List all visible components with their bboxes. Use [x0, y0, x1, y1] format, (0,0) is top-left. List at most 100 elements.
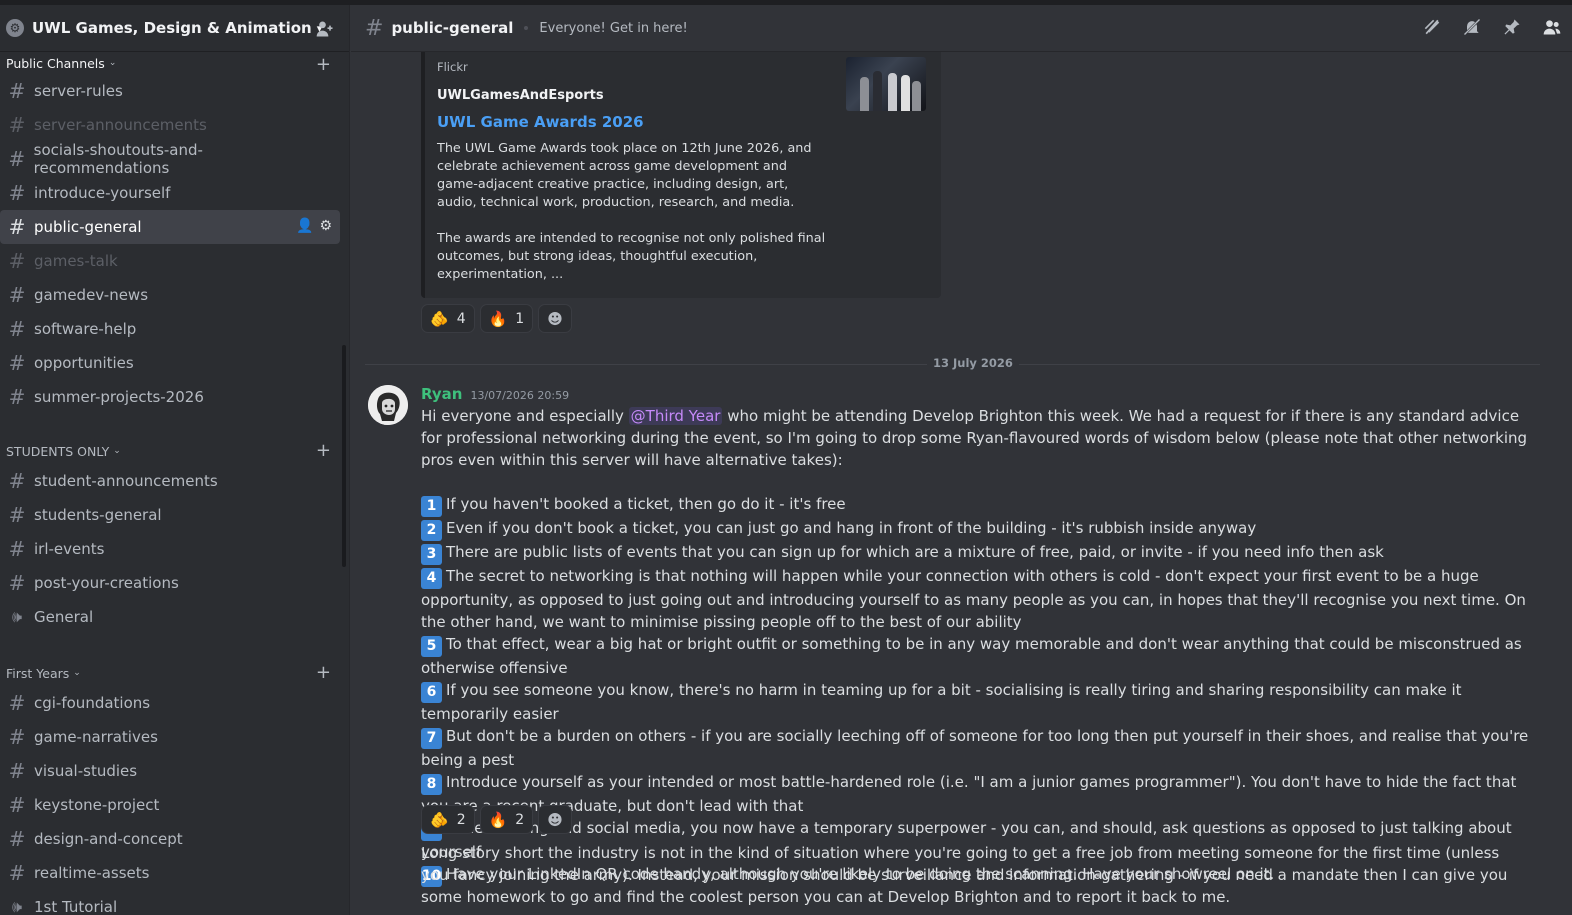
invite-icon[interactable]: 👤 [296, 218, 313, 234]
message-text: Hi everyone and especially [421, 407, 629, 425]
channel-hash-icon: # [8, 571, 26, 595]
channel-hash-icon: # [8, 181, 26, 205]
mute-notifications-icon[interactable] [1462, 17, 1482, 37]
discord-window: ⚙ UWL Games, Design & Animation ▾ Public… [0, 0, 1572, 915]
sidebar-channel[interactable]: # cgi-foundations [0, 686, 340, 720]
channel-hash-icon: # [8, 793, 26, 817]
message-followup: Long story short the industry is not in … [421, 844, 1508, 906]
sidebar-channel[interactable]: # visual-studies [0, 754, 340, 788]
reaction-emoji: 🫵 [430, 309, 449, 328]
server-name: UWL Games, Design & Animation [32, 19, 312, 37]
category-label: Public Channels [6, 55, 105, 71]
message-timestamp[interactable]: 13/07/2026 20:59 [470, 389, 569, 402]
list-item: 7 But don't be a burden on others - if yo… [421, 725, 1531, 771]
list-item-text: The secret to networking is that nothing… [421, 567, 1526, 631]
sidebar-channel[interactable]: # introduce-yourself [0, 176, 340, 210]
list-item: 2 Even if you don't book a ticket, you ca… [421, 517, 1531, 541]
channel-label: student-announcements [34, 472, 218, 490]
list-item: 3 There are public lists of events that y… [421, 541, 1531, 565]
date-divider: 13 July 2026 [365, 356, 1540, 370]
add-channel-icon[interactable]: + [316, 54, 331, 75]
add-channel-icon[interactable]: + [316, 440, 331, 461]
speaker-icon: 🕪 [11, 607, 23, 626]
message-body: Hi everyone and especially @Third Year w… [421, 405, 1531, 887]
channel-list-public: # server-rules # server-announcements # socia… [0, 74, 349, 414]
channel-hash-icon: # [8, 503, 26, 527]
sidebar-channel[interactable]: # realtime-assets [0, 856, 340, 890]
sidebar-scrollbar[interactable] [342, 345, 346, 567]
sidebar-channel[interactable]: # software-help [0, 312, 340, 346]
reaction-emoji: 🫵 [430, 810, 449, 829]
sidebar-channel[interactable]: # server-announcements [0, 108, 340, 142]
sidebar-channel[interactable]: # socials-shoutouts-and-recommendations [0, 141, 340, 177]
link-embed: Flickr UWLGamesAndEsports UWL Game Award… [421, 52, 941, 298]
member-list-icon[interactable] [1542, 17, 1562, 37]
channel-label: visual-studies [34, 762, 138, 780]
message-author[interactable]: Ryan [421, 385, 462, 403]
number-emoji: 8 [421, 774, 442, 795]
channel-label: irl-events [34, 540, 105, 558]
server-header[interactable]: ⚙ UWL Games, Design & Animation ▾ [0, 5, 349, 52]
embed-description: The UWL Game Awards took place on 12th J… [437, 140, 827, 284]
reaction-emoji: 🔥 [488, 810, 508, 829]
list-item: 8 Introduce yourself as your intended or … [421, 771, 1531, 817]
list-item-text: If you haven't booked a ticket, then go … [446, 495, 846, 513]
channel-hash-icon: # [365, 15, 384, 41]
list-item-text: But don't be a burden on others - if you… [421, 727, 1529, 769]
channel-hash-icon: # [8, 469, 26, 493]
gear-icon[interactable]: ⚙ [319, 218, 332, 234]
sidebar-channel[interactable]: # public-general 👤 ⚙ [0, 210, 340, 244]
sidebar-channel[interactable]: # students-general [0, 498, 340, 532]
add-reaction-button[interactable]: ☻ [538, 805, 572, 834]
channel-hash-icon: # [8, 317, 26, 341]
sidebar-channel[interactable]: # game-narratives [0, 720, 340, 754]
reaction-count: 1 [515, 310, 525, 327]
number-emoji: 2 [421, 520, 442, 541]
embed-thumbnail[interactable] [846, 57, 926, 111]
reaction-button[interactable]: 🫵 2 [421, 805, 475, 834]
channel-topic[interactable]: Everyone! Get in here! [539, 21, 687, 36]
add-reaction-button[interactable]: ☻ [538, 304, 572, 333]
reaction-button[interactable]: 🫵 4 [421, 304, 475, 333]
threads-icon[interactable] [1422, 17, 1442, 37]
list-item-text: If you see someone you know, there's no … [421, 681, 1462, 723]
category-public[interactable]: Public Channels ⌄ + [0, 52, 349, 75]
channel-hash-icon: # [8, 249, 26, 273]
channel-hash-icon: # [8, 725, 26, 749]
category-students[interactable]: STUDENTS ONLY ⌄ + [0, 438, 349, 464]
channel-sidebar: ⚙ UWL Games, Design & Animation ▾ Public… [0, 5, 350, 915]
sidebar-channel[interactable]: # games-talk [0, 244, 340, 278]
role-mention[interactable]: @Third Year [628, 407, 723, 425]
channel-label: General [34, 608, 94, 626]
sidebar-channel[interactable]: # irl-events [0, 532, 340, 566]
sidebar-channel[interactable]: # gamedev-news [0, 278, 340, 312]
sidebar-channel[interactable]: # server-rules [0, 74, 340, 108]
sidebar-channel[interactable]: # keystone-project [0, 788, 340, 822]
channel-hash-icon: # [8, 113, 26, 137]
embed-title-link[interactable]: UWL Game Awards 2026 [437, 113, 925, 131]
channel-hash-icon: # [8, 759, 26, 783]
sidebar-channel[interactable]: 🕪 General [0, 600, 340, 634]
invite-people-icon[interactable] [315, 19, 335, 39]
sidebar-channel[interactable]: # student-announcements [0, 464, 340, 498]
message-header: Ryan 13/07/2026 20:59 [421, 385, 569, 403]
reaction-bar: 🫵 2 🔥 2 ☻ [421, 805, 572, 834]
sidebar-channel[interactable]: # opportunities [0, 346, 340, 380]
category-first-years[interactable]: First Years ⌄ + [0, 660, 349, 686]
add-channel-icon[interactable]: + [316, 662, 331, 683]
sidebar-channel[interactable]: # post-your-creations [0, 566, 340, 600]
pinned-messages-icon[interactable] [1502, 17, 1522, 37]
embed-desc-paragraph: The awards are intended to recognise not… [437, 231, 826, 282]
channel-label: opportunities [34, 354, 134, 372]
avatar[interactable] [368, 385, 408, 425]
list-item-text: Introduce yourself as your intended or m… [421, 773, 1517, 815]
sidebar-channel[interactable]: # design-and-concept [0, 822, 340, 856]
channel-hash-icon: # [8, 283, 26, 307]
number-emoji: 5 [421, 636, 442, 657]
reaction-button[interactable]: 🔥 1 [479, 304, 534, 333]
reaction-button[interactable]: 🔥 2 [479, 805, 534, 834]
channel-hash-icon: # [8, 385, 26, 409]
server-gear-icon: ⚙ [6, 19, 24, 37]
sidebar-channel[interactable]: 🕪 1st Tutorial [0, 890, 340, 915]
sidebar-channel[interactable]: # summer-projects-2026 [0, 380, 340, 414]
